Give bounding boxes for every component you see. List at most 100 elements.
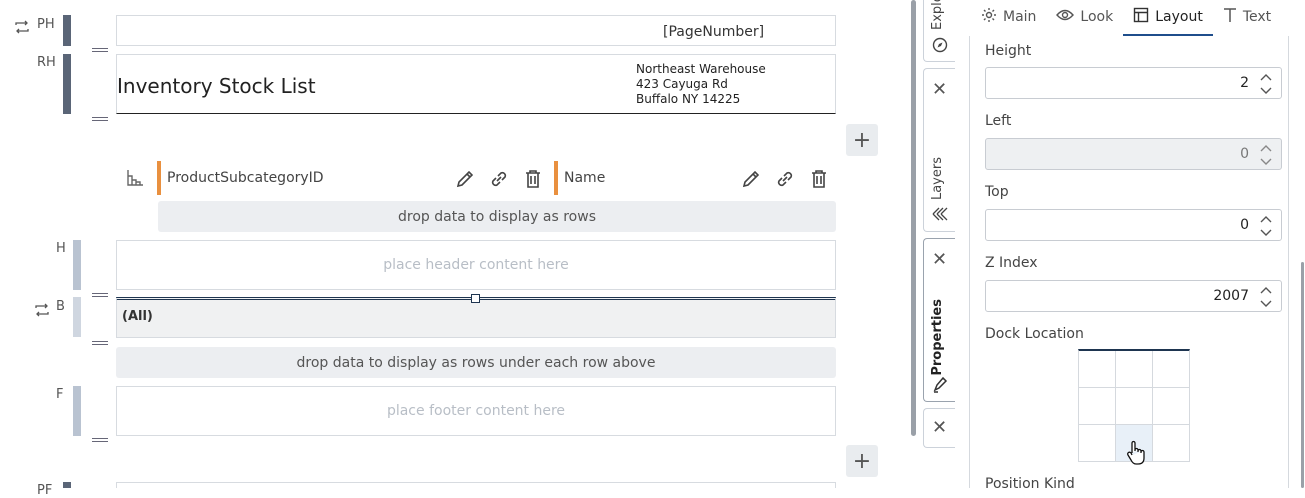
dock-top-right[interactable] bbox=[1153, 351, 1189, 387]
properties-content: Height 2 Left 0 Top 0 Z Index 2007 Dock … bbox=[969, 36, 1289, 492]
close-icon[interactable]: ✕ bbox=[932, 79, 947, 100]
eye-icon bbox=[1056, 8, 1075, 26]
band-bar-header[interactable] bbox=[73, 240, 81, 290]
height-input[interactable]: 2 bbox=[985, 67, 1282, 99]
tab-look[interactable]: Look bbox=[1046, 0, 1123, 34]
tab-main[interactable]: Main bbox=[971, 0, 1046, 34]
resize-grip[interactable] bbox=[92, 48, 108, 54]
properties-panel: Main Look Layout Text Height 2 Left 0 To… bbox=[955, 0, 1305, 492]
page-footer-section[interactable] bbox=[116, 482, 836, 488]
body-section[interactable]: (All) bbox=[116, 294, 836, 338]
tab-layers-label: Layers bbox=[930, 157, 945, 201]
tab-layout[interactable]: Layout bbox=[1123, 0, 1213, 36]
header-section[interactable]: place header content here bbox=[116, 240, 836, 290]
brush-icon bbox=[932, 375, 948, 393]
spinner-icon[interactable] bbox=[1259, 70, 1273, 98]
trash-icon[interactable] bbox=[808, 168, 830, 194]
compass-icon bbox=[932, 37, 948, 53]
page-number-textbox[interactable]: [PageNumber] bbox=[663, 24, 764, 40]
tab-layers[interactable]: ✕ Layers bbox=[923, 68, 955, 232]
dock-top[interactable] bbox=[1116, 351, 1152, 387]
report-title[interactable]: Inventory Stock List bbox=[117, 74, 316, 98]
spinner-icon[interactable] bbox=[1259, 283, 1273, 311]
dock-fill[interactable] bbox=[1116, 388, 1152, 424]
add-section-button[interactable]: + bbox=[846, 124, 878, 156]
group-by-icon bbox=[125, 168, 145, 188]
edit-icon[interactable] bbox=[454, 168, 476, 194]
group-field-label: ProductSubcategoryID bbox=[167, 170, 324, 186]
dock-right[interactable] bbox=[1153, 388, 1189, 424]
tab-text[interactable]: Text bbox=[1213, 0, 1281, 34]
dock-bottom-right[interactable] bbox=[1153, 425, 1189, 461]
height-label: Height bbox=[985, 43, 1032, 59]
band-bar-page-footer[interactable] bbox=[63, 482, 71, 488]
hand-cursor-icon bbox=[1126, 440, 1146, 466]
dock-left[interactable] bbox=[1079, 388, 1115, 424]
band-label-report-header: RH bbox=[37, 55, 56, 70]
resize-grip[interactable] bbox=[92, 293, 108, 299]
band-bar-report-header[interactable] bbox=[63, 54, 71, 114]
close-icon[interactable]: ✕ bbox=[932, 417, 947, 438]
canvas-scrollbar[interactable] bbox=[911, 0, 916, 436]
group-field-productsubcategoryid[interactable]: ProductSubcategoryID bbox=[157, 161, 548, 195]
top-value: 0 bbox=[1240, 217, 1249, 233]
layers-icon bbox=[931, 206, 949, 222]
spinner-icon[interactable] bbox=[1259, 212, 1273, 240]
band-bar-page-header[interactable] bbox=[63, 15, 71, 46]
resize-grip[interactable] bbox=[92, 117, 108, 123]
dock-location-label: Dock Location bbox=[985, 326, 1084, 342]
top-input[interactable]: 0 bbox=[985, 209, 1282, 241]
band-bar-footer[interactable] bbox=[73, 386, 81, 436]
page-header-section[interactable]: [PageNumber] bbox=[116, 15, 836, 46]
band-label-header: H bbox=[56, 241, 66, 256]
tab-explore[interactable]: Explore bbox=[923, 0, 955, 62]
repeat-icon[interactable] bbox=[34, 302, 50, 317]
address-line-1[interactable]: Northeast Warehouse bbox=[636, 62, 766, 76]
tab-properties[interactable]: ✕ Properties bbox=[923, 238, 955, 402]
tab-layout-label: Layout bbox=[1155, 9, 1203, 25]
resize-grip[interactable] bbox=[92, 341, 108, 347]
edit-icon[interactable] bbox=[740, 168, 762, 194]
tab-explore-label: Explore bbox=[930, 0, 945, 30]
report-header-section[interactable]: Inventory Stock List Northeast Warehouse… bbox=[116, 54, 836, 114]
height-value: 2 bbox=[1240, 75, 1249, 91]
tab-look-label: Look bbox=[1080, 9, 1114, 25]
zindex-input[interactable]: 2007 bbox=[985, 280, 1282, 312]
zindex-label: Z Index bbox=[985, 255, 1038, 271]
dock-bottom-left[interactable] bbox=[1079, 425, 1115, 461]
tab-collapsed[interactable]: ✕ bbox=[923, 408, 955, 448]
group-field-name[interactable]: Name bbox=[554, 161, 836, 195]
drop-rows-zone[interactable]: drop data to display as rows bbox=[158, 201, 836, 232]
tab-properties-label: Properties bbox=[930, 299, 945, 376]
left-input[interactable]: 0 bbox=[985, 138, 1282, 170]
band-label-page-footer: PF bbox=[37, 483, 53, 498]
group-field-label: Name bbox=[564, 170, 606, 186]
top-label: Top bbox=[985, 184, 1009, 200]
gear-icon bbox=[981, 7, 997, 27]
address-line-3[interactable]: Buffalo NY 14225 bbox=[636, 92, 740, 106]
footer-section[interactable]: place footer content here bbox=[116, 386, 836, 436]
close-icon[interactable]: ✕ bbox=[932, 249, 947, 270]
trash-icon[interactable] bbox=[522, 168, 544, 194]
dock-top-left[interactable] bbox=[1079, 351, 1115, 387]
report-canvas: PH [PageNumber] RH Inventory Stock List … bbox=[0, 0, 905, 498]
band-label-footer: F bbox=[56, 387, 64, 402]
resize-grip[interactable] bbox=[92, 438, 108, 444]
properties-tabbar: Main Look Layout Text bbox=[971, 0, 1281, 36]
repeat-icon[interactable] bbox=[14, 19, 30, 34]
link-icon[interactable] bbox=[488, 168, 510, 194]
tab-main-label: Main bbox=[1003, 9, 1037, 25]
drop-rows-under-zone[interactable]: drop data to display as rows under each … bbox=[116, 347, 836, 378]
left-label: Left bbox=[985, 113, 1012, 129]
spinner-icon[interactable] bbox=[1259, 141, 1273, 169]
add-section-button[interactable]: + bbox=[846, 445, 878, 477]
properties-scrollbar[interactable] bbox=[1301, 262, 1304, 488]
layout-icon bbox=[1133, 7, 1149, 27]
address-line-2[interactable]: 423 Cayuga Rd bbox=[636, 77, 728, 91]
link-icon[interactable] bbox=[774, 168, 796, 194]
band-bar-body[interactable] bbox=[73, 297, 81, 337]
band-label-page-header: PH bbox=[37, 17, 55, 32]
tab-text-label: Text bbox=[1242, 9, 1272, 25]
body-value-text[interactable]: (All) bbox=[122, 309, 153, 324]
selection-handle[interactable] bbox=[471, 294, 480, 303]
